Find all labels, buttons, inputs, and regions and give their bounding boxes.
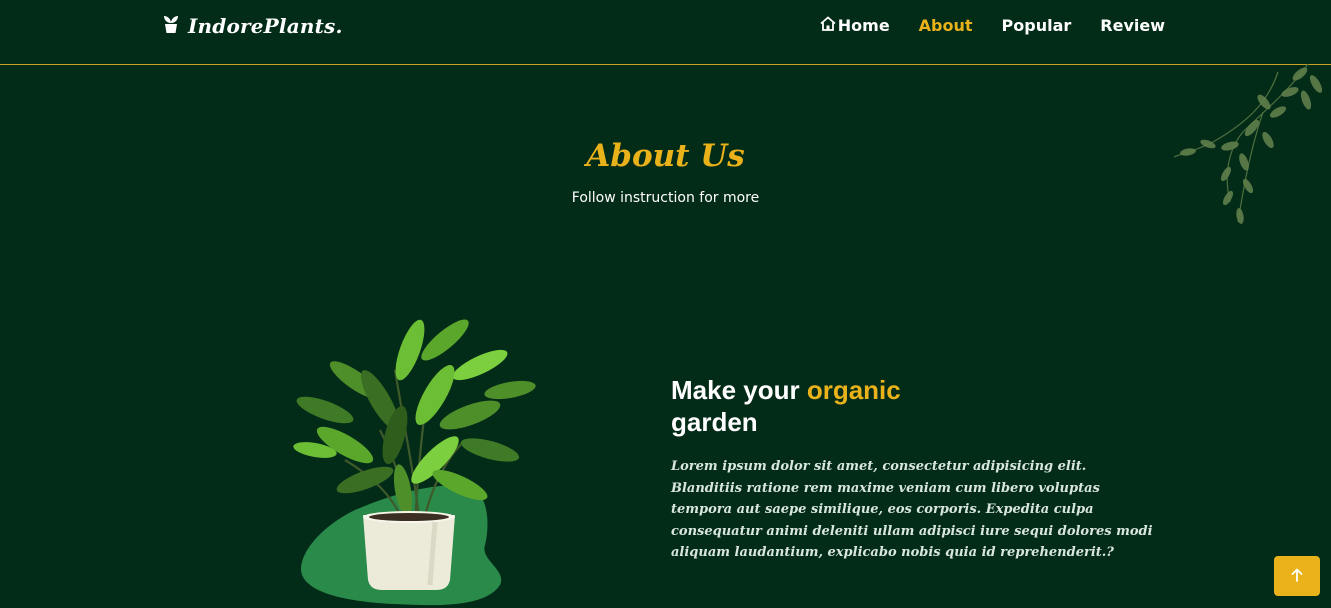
potted-plant-image xyxy=(293,319,536,606)
nav-item-about[interactable]: About xyxy=(919,16,973,35)
about-description: Lorem ipsum dolor sit amet, consectetur … xyxy=(671,459,1153,560)
site-header: IndorePlants. Home About Popular Review xyxy=(0,0,1331,65)
brand-logo[interactable]: IndorePlants. xyxy=(162,14,343,38)
nav-item-review[interactable]: Review xyxy=(1100,16,1165,35)
section-title: About Us xyxy=(586,138,745,174)
headline-accent: organic xyxy=(806,375,901,405)
nav-item-label: Home xyxy=(837,16,890,35)
nav-item-label: Popular xyxy=(1001,16,1072,35)
section-subtitle: Follow instruction for more xyxy=(571,190,760,206)
nav-item-label: About xyxy=(918,16,973,35)
about-headline: Make your organic garden xyxy=(671,374,1071,438)
main-nav: Home About Popular Review xyxy=(820,16,1165,35)
nav-item-home[interactable]: Home xyxy=(820,16,890,35)
home-icon xyxy=(820,16,836,35)
brand-name: IndorePlants. xyxy=(188,14,343,38)
plant-pot-icon xyxy=(162,14,180,38)
arrow-up-icon xyxy=(1291,567,1303,586)
scroll-to-top-button[interactable] xyxy=(1274,556,1320,596)
headline-text: Make your xyxy=(671,375,807,405)
nav-item-label: Review xyxy=(1100,16,1165,35)
headline-text-2: garden xyxy=(671,407,758,437)
nav-item-popular[interactable]: Popular xyxy=(1002,16,1072,35)
